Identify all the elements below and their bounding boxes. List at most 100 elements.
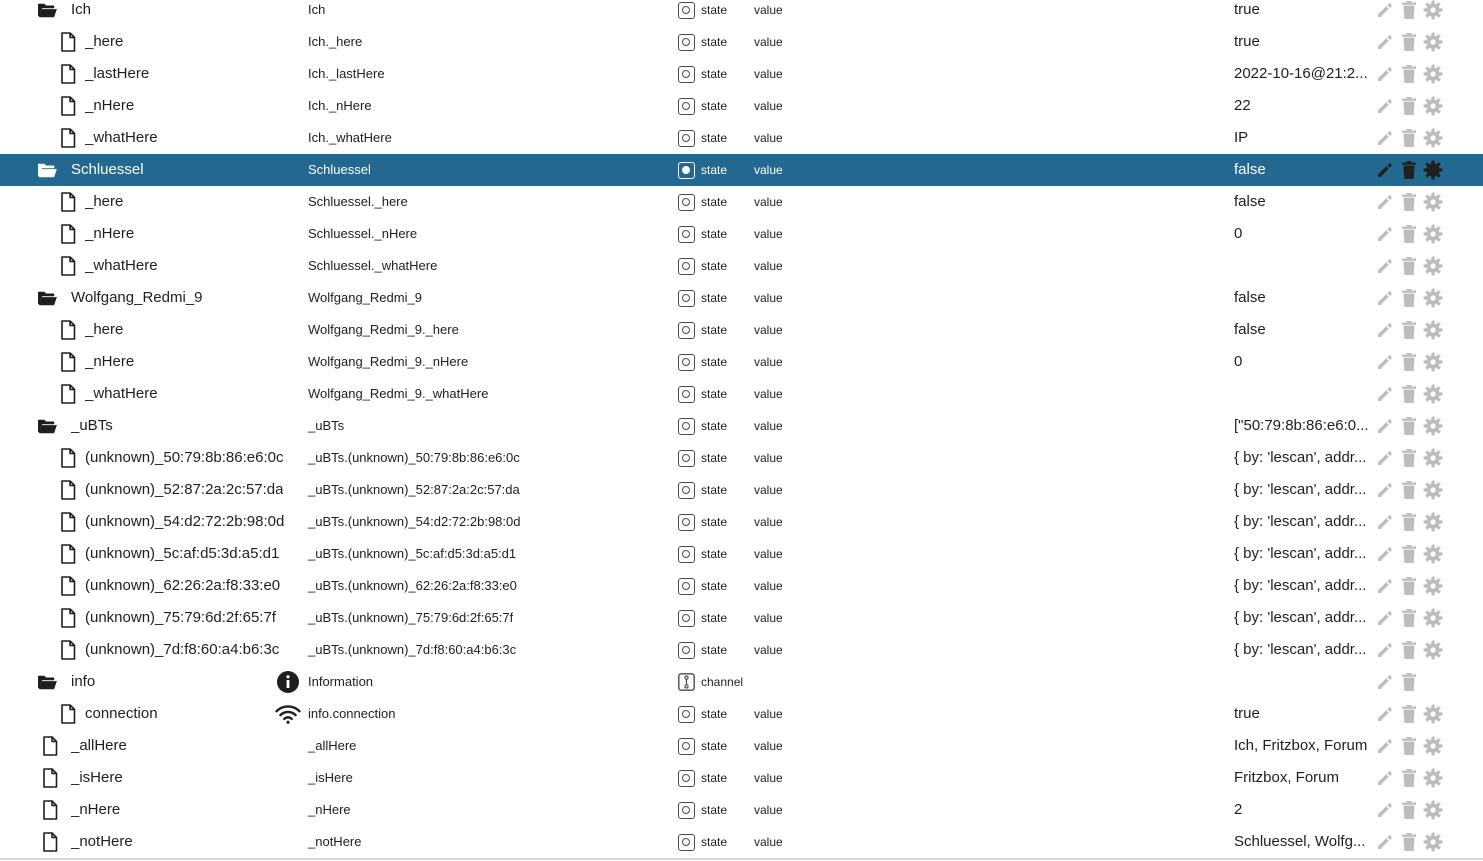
settings-button[interactable] [1423, 255, 1443, 277]
tree-state-row[interactable]: _here Wolfgang_Redmi_9._here state value fal… [0, 314, 1483, 346]
folder-open-icon[interactable] [36, 0, 58, 26]
object-value[interactable] [1234, 666, 1374, 698]
delete-button[interactable] [1399, 95, 1419, 117]
settings-button[interactable] [1423, 351, 1443, 373]
tree-folder-row[interactable]: Ich Ich state value true [0, 0, 1483, 26]
delete-button[interactable] [1399, 543, 1419, 565]
delete-button[interactable] [1399, 831, 1419, 853]
settings-button[interactable] [1423, 447, 1443, 469]
edit-button[interactable] [1375, 703, 1395, 725]
edit-button[interactable] [1375, 319, 1395, 341]
folder-open-icon[interactable] [36, 666, 58, 698]
settings-button[interactable] [1423, 287, 1443, 309]
edit-button[interactable] [1375, 831, 1395, 853]
object-value[interactable]: Ich, Fritzbox, Forum [1234, 730, 1374, 762]
folder-open-icon[interactable] [36, 282, 58, 314]
delete-button[interactable] [1399, 0, 1419, 21]
delete-button[interactable] [1399, 415, 1419, 437]
tree-state-row[interactable]: (unknown)_54:d2:72:2b:98:0d _uBTs.(unknow… [0, 506, 1483, 538]
file-icon[interactable] [57, 90, 79, 122]
tree-state-row[interactable]: (unknown)_52:87:2a:2c:57:da _uBTs.(unknow… [0, 474, 1483, 506]
tree-state-row[interactable]: _isHere _isHere state value Fritzbox, Forum [0, 762, 1483, 794]
delete-button[interactable] [1399, 31, 1419, 53]
settings-button[interactable] [1423, 799, 1443, 821]
settings-button[interactable] [1423, 31, 1443, 53]
tree-state-row[interactable]: _nHere Schluessel._nHere state value 0 [0, 218, 1483, 250]
edit-button[interactable] [1375, 255, 1395, 277]
settings-button[interactable] [1423, 511, 1443, 533]
file-icon[interactable] [57, 602, 79, 634]
object-value[interactable]: ["50:79:8b:86:e6:0... [1234, 410, 1374, 442]
settings-button[interactable] [1423, 479, 1443, 501]
tree-folder-row[interactable]: _uBTs _uBTs state value ["50:79:8b:86:e6:0..… [0, 410, 1483, 442]
file-icon[interactable] [57, 474, 79, 506]
tree-state-row[interactable]: _here Ich._here state value true [0, 26, 1483, 58]
tree-folder-row[interactable]: info Information channel [0, 666, 1483, 698]
file-icon[interactable] [57, 122, 79, 154]
file-icon[interactable] [57, 250, 79, 282]
settings-button[interactable] [1423, 159, 1443, 181]
object-value[interactable]: 2022-10-16@21:2... [1234, 58, 1374, 90]
delete-button[interactable] [1399, 191, 1419, 213]
tree-state-row[interactable]: (unknown)_75:79:6d:2f:65:7f _uBTs.(unknow… [0, 602, 1483, 634]
tree-state-row[interactable]: _here Schluessel._here state value false [0, 186, 1483, 218]
settings-button[interactable] [1423, 319, 1443, 341]
object-value[interactable]: false [1234, 154, 1374, 186]
edit-button[interactable] [1375, 479, 1395, 501]
edit-button[interactable] [1375, 639, 1395, 661]
edit-button[interactable] [1375, 287, 1395, 309]
object-value[interactable]: { by: 'lescan', addr... [1234, 538, 1374, 570]
delete-button[interactable] [1399, 767, 1419, 789]
delete-button[interactable] [1399, 383, 1419, 405]
settings-button[interactable] [1423, 831, 1443, 853]
object-value[interactable]: 0 [1234, 346, 1374, 378]
settings-button[interactable] [1423, 543, 1443, 565]
tree-state-row[interactable]: _allHere _allHere state value Ich, Fritzbox,… [0, 730, 1483, 762]
file-icon[interactable] [57, 58, 79, 90]
settings-button[interactable] [1423, 127, 1443, 149]
object-value[interactable]: { by: 'lescan', addr... [1234, 442, 1374, 474]
edit-button[interactable] [1375, 63, 1395, 85]
delete-button[interactable] [1399, 639, 1419, 661]
delete-button[interactable] [1399, 127, 1419, 149]
object-value[interactable]: true [1234, 0, 1374, 26]
file-icon[interactable] [57, 442, 79, 474]
edit-button[interactable] [1375, 543, 1395, 565]
file-icon[interactable] [39, 826, 61, 858]
object-value[interactable]: true [1234, 698, 1374, 730]
tree-folder-row[interactable]: Schluessel Schluessel state value false [0, 154, 1483, 186]
object-value[interactable]: 22 [1234, 90, 1374, 122]
settings-button[interactable] [1423, 383, 1443, 405]
settings-button[interactable] [1423, 607, 1443, 629]
file-icon[interactable] [39, 730, 61, 762]
object-value[interactable]: IP [1234, 122, 1374, 154]
edit-button[interactable] [1375, 575, 1395, 597]
settings-button[interactable] [1423, 767, 1443, 789]
file-icon[interactable] [57, 698, 79, 730]
file-icon[interactable] [57, 186, 79, 218]
object-value[interactable]: { by: 'lescan', addr... [1234, 506, 1374, 538]
edit-button[interactable] [1375, 191, 1395, 213]
settings-button[interactable] [1423, 0, 1443, 21]
tree-state-row[interactable]: _whatHere Ich._whatHere state value IP [0, 122, 1483, 154]
edit-button[interactable] [1375, 799, 1395, 821]
object-value[interactable] [1234, 250, 1374, 282]
tree-state-row[interactable]: _nHere _nHere state value 2 [0, 794, 1483, 826]
delete-button[interactable] [1399, 255, 1419, 277]
tree-state-row[interactable]: _nHere Ich._nHere state value 22 [0, 90, 1483, 122]
delete-button[interactable] [1399, 799, 1419, 821]
delete-button[interactable] [1399, 735, 1419, 757]
file-icon[interactable] [39, 762, 61, 794]
tree-state-row[interactable]: _whatHere Wolfgang_Redmi_9._whatHere state… [0, 378, 1483, 410]
tree-state-row[interactable]: (unknown)_62:26:2a:f8:33:e0 _uBTs.(unknow… [0, 570, 1483, 602]
object-value[interactable]: false [1234, 314, 1374, 346]
settings-button[interactable] [1423, 63, 1443, 85]
file-icon[interactable] [57, 314, 79, 346]
settings-button[interactable] [1423, 223, 1443, 245]
settings-button[interactable] [1423, 95, 1443, 117]
object-value[interactable]: false [1234, 282, 1374, 314]
file-icon[interactable] [57, 346, 79, 378]
folder-open-icon[interactable] [36, 410, 58, 442]
delete-button[interactable] [1399, 63, 1419, 85]
delete-button[interactable] [1399, 703, 1419, 725]
